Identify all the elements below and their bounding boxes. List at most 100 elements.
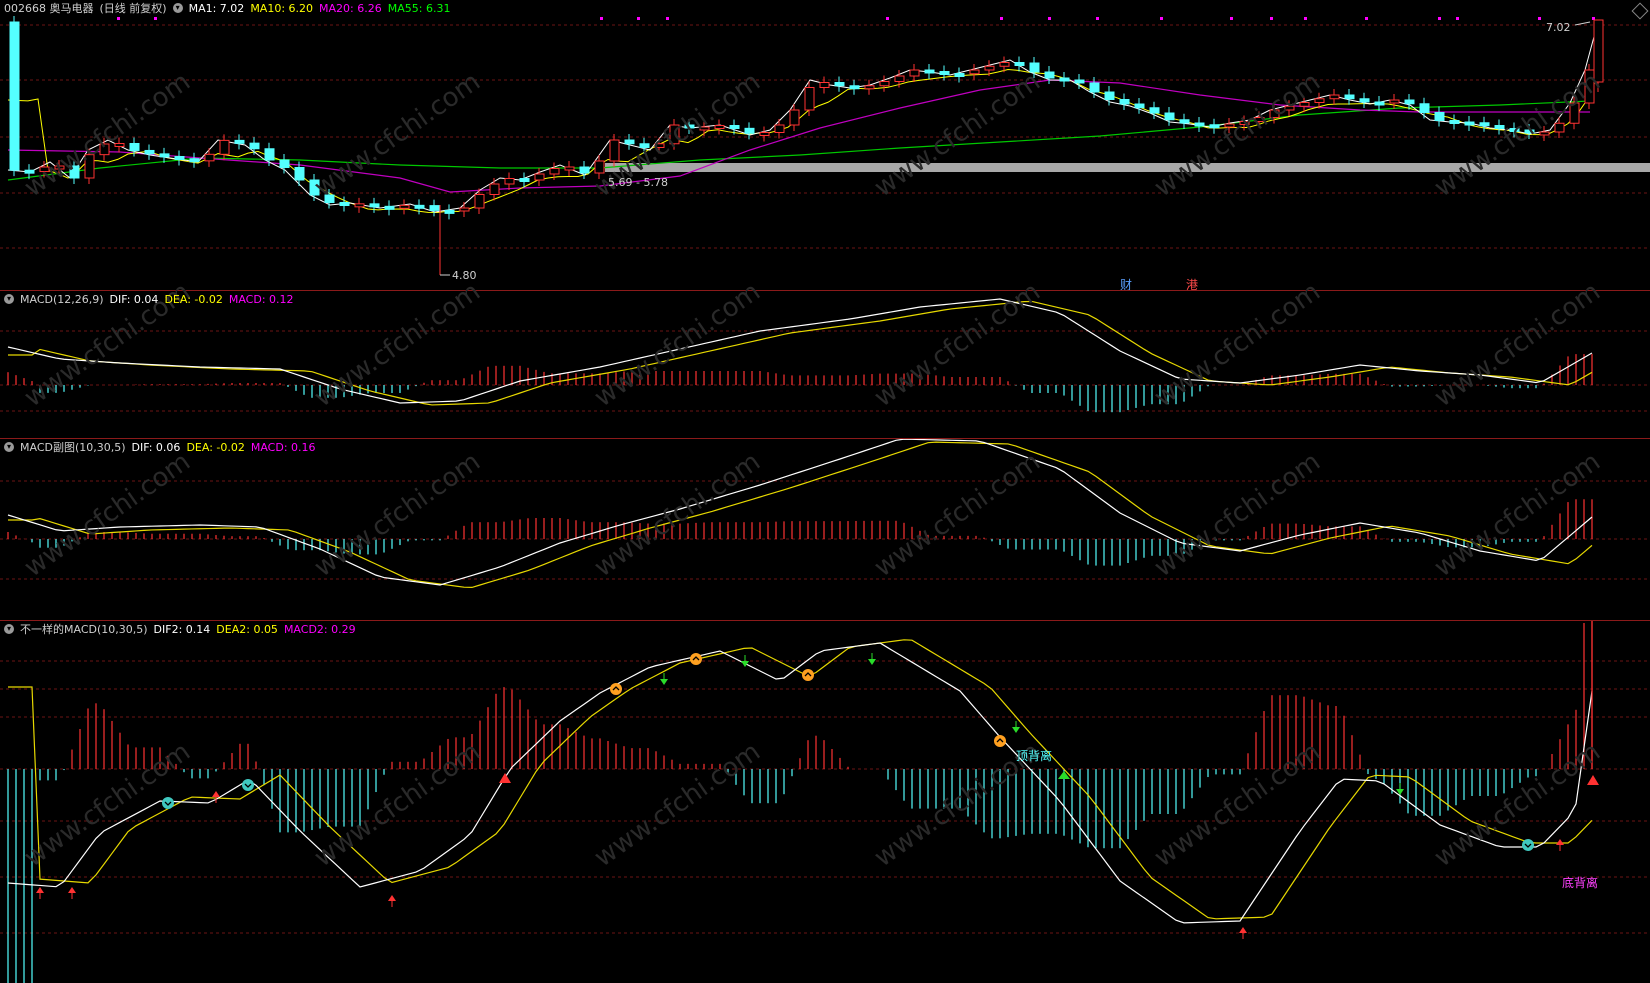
- candle: [969, 69, 980, 75]
- top-marker: [1230, 17, 1233, 20]
- candle: [369, 203, 380, 208]
- top-marker: [1438, 17, 1441, 20]
- special-macd-dea: DEA2: 0.05: [216, 622, 278, 636]
- candle: [1569, 102, 1580, 124]
- candle: [1149, 107, 1160, 114]
- candle: [549, 168, 560, 175]
- special-macd-chart[interactable]: [0, 621, 1650, 983]
- macd-sub-dea: DEA: -0.02: [186, 440, 245, 454]
- dif-line: [7, 298, 1593, 404]
- candle: [279, 159, 290, 168]
- dea-line: [8, 441, 1593, 589]
- collapse-icon[interactable]: ▾: [4, 294, 14, 304]
- candle: [324, 194, 335, 203]
- candle: [1434, 112, 1445, 121]
- bottom-divergence-label: 底背离: [1562, 876, 1599, 890]
- macd-sub-value: MACD: 0.16: [250, 440, 316, 454]
- macd-panel[interactable]: ▾ MACD(12,26,9) DIF: 0.04 DEA: -0.02 MAC…: [0, 291, 1650, 439]
- candle: [249, 142, 260, 150]
- macd-value: MACD: 0.12: [228, 292, 294, 306]
- top-marker: [600, 17, 603, 20]
- candle: [609, 139, 620, 162]
- candle: [1299, 102, 1310, 107]
- candle: [264, 148, 275, 161]
- candle: [714, 125, 725, 129]
- finance-marker[interactable]: 财: [1120, 276, 1132, 290]
- candle: [1524, 129, 1535, 134]
- top-signal-icon: [994, 735, 1006, 747]
- candle: [894, 75, 905, 82]
- candle: [939, 71, 950, 75]
- candle: [1284, 105, 1295, 111]
- up-arrow-icon: [1239, 927, 1247, 933]
- top-marker: [886, 17, 889, 20]
- candle: [1479, 122, 1490, 127]
- candle: [594, 160, 605, 174]
- candle: [1014, 62, 1025, 66]
- candle: [69, 165, 80, 179]
- candle: [399, 204, 410, 209]
- macd-sub-panel[interactable]: ▾ MACD副图(10,30,5) DIF: 0.06 DEA: -0.02 M…: [0, 439, 1650, 621]
- buy-triangle-icon: [1587, 775, 1599, 785]
- special-macd-name: 不一样的MACD(10,30,5): [20, 623, 148, 636]
- candle: [204, 153, 215, 162]
- candle: [849, 85, 860, 90]
- candle: [1074, 79, 1085, 84]
- top-divergence-label: 顶背离: [1016, 749, 1053, 763]
- candle: [504, 178, 515, 185]
- top-marker: [1304, 17, 1307, 20]
- candle: [1374, 101, 1385, 106]
- candle: [924, 69, 935, 74]
- candle: [414, 204, 425, 209]
- candle: [1329, 94, 1340, 100]
- candle: [1269, 109, 1280, 118]
- period-label: (日线 前复权): [99, 2, 167, 15]
- ma55-label: MA55: 6.31: [387, 1, 451, 15]
- candle: [1194, 122, 1205, 127]
- candle: [684, 124, 695, 129]
- top-signal-icon: [610, 683, 622, 695]
- candle: [189, 158, 200, 163]
- dif-line: [7, 439, 1593, 586]
- collapse-icon[interactable]: ▾: [4, 624, 14, 634]
- candle: [1029, 62, 1040, 73]
- price-chart[interactable]: [0, 0, 1650, 291]
- candle: [1554, 122, 1565, 133]
- collapse-icon[interactable]: ▾: [172, 3, 183, 13]
- candle: [909, 69, 920, 77]
- special-macd-panel[interactable]: ▾ 不一样的MACD(10,30,5) DIF2: 0.14 DEA2: 0.0…: [0, 621, 1650, 983]
- candle: [789, 109, 800, 126]
- candle: [1494, 125, 1505, 129]
- candle: [54, 165, 65, 170]
- up-arrow-icon: [36, 887, 44, 893]
- candle: [39, 166, 50, 173]
- candle: [1164, 112, 1175, 121]
- ma20-label: MA20: 6.26: [319, 1, 382, 15]
- sell-triangle-icon: [1058, 771, 1070, 779]
- dea-line: [8, 300, 1593, 406]
- price-panel[interactable]: 002668 奥马电器 (日线 前复权) ▾ MA1: 7.02 MA10: 6…: [0, 0, 1650, 291]
- ma1-label: MA1: 7.02: [188, 1, 245, 15]
- down-arrow-icon: [868, 659, 876, 665]
- top-marker: [1538, 17, 1541, 20]
- up-arrow-icon: [68, 887, 76, 893]
- macd-chart[interactable]: [0, 291, 1650, 439]
- candle: [1254, 117, 1265, 122]
- bottom-signal-icon: [1522, 839, 1534, 851]
- macd-sub-chart[interactable]: [0, 439, 1650, 621]
- candle: [339, 202, 350, 206]
- candle: [1209, 124, 1220, 129]
- collapse-icon[interactable]: ▾: [4, 442, 14, 452]
- up-arrow-icon: [212, 791, 220, 797]
- candle: [1179, 119, 1190, 124]
- candle: [129, 143, 140, 151]
- candle: [429, 205, 440, 211]
- candle: [804, 87, 815, 111]
- candle: [534, 173, 545, 181]
- top-marker: [1365, 17, 1368, 20]
- candle: [219, 139, 230, 155]
- hk-marker[interactable]: 港: [1186, 276, 1198, 290]
- stock-label: 002668 奥马电器: [4, 2, 94, 15]
- candle: [1089, 82, 1100, 93]
- candle: [309, 179, 320, 196]
